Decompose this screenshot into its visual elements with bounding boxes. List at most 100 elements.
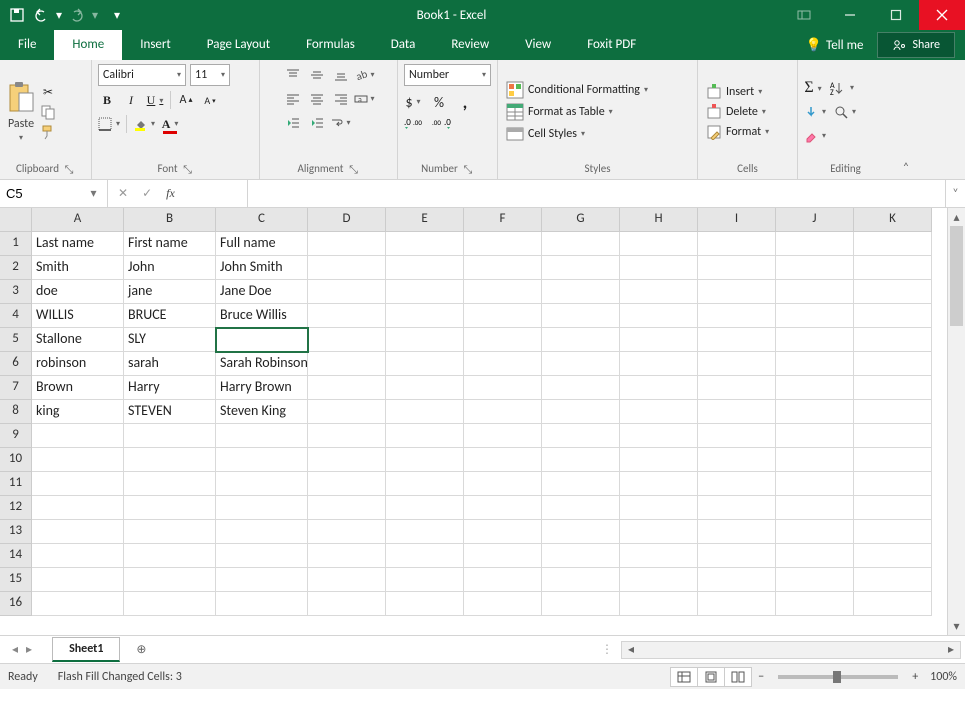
cell[interactable] [620, 568, 698, 592]
paste-icon[interactable] [6, 81, 36, 115]
number-launcher-icon[interactable]: ⤡ [462, 163, 474, 175]
cell[interactable] [386, 256, 464, 280]
cell[interactable] [308, 328, 386, 352]
align-top-icon[interactable] [282, 64, 304, 86]
column-header[interactable]: C [216, 208, 308, 232]
cell[interactable]: robinson [32, 352, 124, 376]
cell[interactable] [698, 352, 776, 376]
cell[interactable] [698, 256, 776, 280]
cell[interactable] [308, 352, 386, 376]
fill-color-icon[interactable] [133, 114, 155, 134]
row-header[interactable]: 11 [0, 472, 32, 496]
cell[interactable] [698, 520, 776, 544]
cell[interactable] [216, 544, 308, 568]
cell[interactable] [620, 232, 698, 256]
name-box-dropdown-icon[interactable]: ▾ [80, 186, 107, 201]
cell[interactable] [542, 592, 620, 616]
zoom-in-icon[interactable]: + [912, 670, 918, 684]
cell[interactable] [542, 424, 620, 448]
row-header[interactable]: 14 [0, 544, 32, 568]
ribbon-display-options-icon[interactable] [781, 0, 827, 30]
cell[interactable] [620, 400, 698, 424]
row-header[interactable]: 2 [0, 256, 32, 280]
cell[interactable] [620, 448, 698, 472]
cell[interactable] [386, 472, 464, 496]
cell[interactable] [308, 568, 386, 592]
cell[interactable] [776, 400, 854, 424]
sheet-nav-prev-icon[interactable]: ◂ [12, 642, 18, 657]
cell[interactable] [308, 520, 386, 544]
cell[interactable]: Sarah Robinson [216, 352, 308, 376]
cell[interactable] [464, 472, 542, 496]
vscroll-thumb[interactable] [950, 226, 963, 326]
page-break-view-icon[interactable] [724, 667, 752, 687]
decrease-decimal-icon[interactable]: .00.0 [432, 112, 452, 132]
cell[interactable] [854, 496, 932, 520]
cell[interactable]: Harry Brown [216, 376, 308, 400]
cell[interactable] [854, 256, 932, 280]
cell[interactable] [386, 424, 464, 448]
number-format-combo[interactable]: Number▾ [404, 64, 491, 86]
underline-button[interactable]: U [146, 90, 164, 110]
collapse-ribbon-icon[interactable]: ˄ [903, 161, 909, 175]
cell[interactable] [386, 376, 464, 400]
row-header[interactable]: 12 [0, 496, 32, 520]
normal-view-icon[interactable] [670, 667, 698, 687]
cell[interactable] [620, 592, 698, 616]
tab-insert[interactable]: Insert [122, 30, 189, 60]
cell[interactable] [308, 280, 386, 304]
column-header[interactable]: B [124, 208, 216, 232]
tab-formulas[interactable]: Formulas [288, 30, 373, 60]
cell[interactable] [32, 544, 124, 568]
paste-label[interactable]: Paste [8, 117, 34, 131]
autosum-icon[interactable]: Σ [804, 78, 822, 98]
zoom-out-icon[interactable]: − [758, 670, 764, 684]
cell[interactable] [216, 448, 308, 472]
font-launcher-icon[interactable]: ⤡ [182, 163, 194, 175]
cell[interactable] [776, 256, 854, 280]
tab-file[interactable]: File [0, 30, 54, 60]
cell[interactable] [124, 544, 216, 568]
row-header[interactable]: 7 [0, 376, 32, 400]
cell[interactable] [620, 328, 698, 352]
cell[interactable] [464, 448, 542, 472]
cell[interactable] [542, 256, 620, 280]
cell[interactable] [620, 304, 698, 328]
cell[interactable] [698, 592, 776, 616]
cell[interactable] [464, 328, 542, 352]
column-header[interactable]: K [854, 208, 932, 232]
tab-foxit-pdf[interactable]: Foxit PDF [569, 30, 654, 60]
font-size-combo[interactable]: 11▾ [190, 64, 230, 86]
bold-button[interactable]: B [98, 90, 116, 110]
new-sheet-icon[interactable]: ⊕ [128, 637, 154, 663]
cell[interactable]: John [124, 256, 216, 280]
cell[interactable] [542, 280, 620, 304]
tab-page-layout[interactable]: Page Layout [189, 30, 288, 60]
sheet-tab-active[interactable]: Sheet1 [52, 637, 120, 662]
sheet-split-handle[interactable]: ⋮ [601, 642, 613, 657]
orientation-icon[interactable]: ab [354, 64, 376, 86]
column-header[interactable]: F [464, 208, 542, 232]
cell[interactable] [776, 568, 854, 592]
cell[interactable] [542, 376, 620, 400]
delete-cells-button[interactable]: Delete▾ [704, 103, 771, 121]
align-right-icon[interactable] [330, 88, 352, 110]
cell[interactable] [308, 544, 386, 568]
cell[interactable] [854, 424, 932, 448]
cell[interactable]: STEVEN [124, 400, 216, 424]
cell[interactable] [854, 520, 932, 544]
save-icon[interactable] [6, 4, 28, 26]
align-center-icon[interactable] [306, 88, 328, 110]
cell[interactable] [542, 400, 620, 424]
cell[interactable] [216, 472, 308, 496]
cell[interactable] [620, 496, 698, 520]
wrap-text-icon[interactable] [330, 112, 352, 134]
cell[interactable] [854, 304, 932, 328]
cell[interactable] [854, 352, 932, 376]
cell[interactable]: Jane Doe [216, 280, 308, 304]
cell[interactable] [464, 424, 542, 448]
cell[interactable] [542, 568, 620, 592]
cell[interactable] [776, 280, 854, 304]
cell[interactable]: Brown [32, 376, 124, 400]
cell[interactable] [124, 520, 216, 544]
